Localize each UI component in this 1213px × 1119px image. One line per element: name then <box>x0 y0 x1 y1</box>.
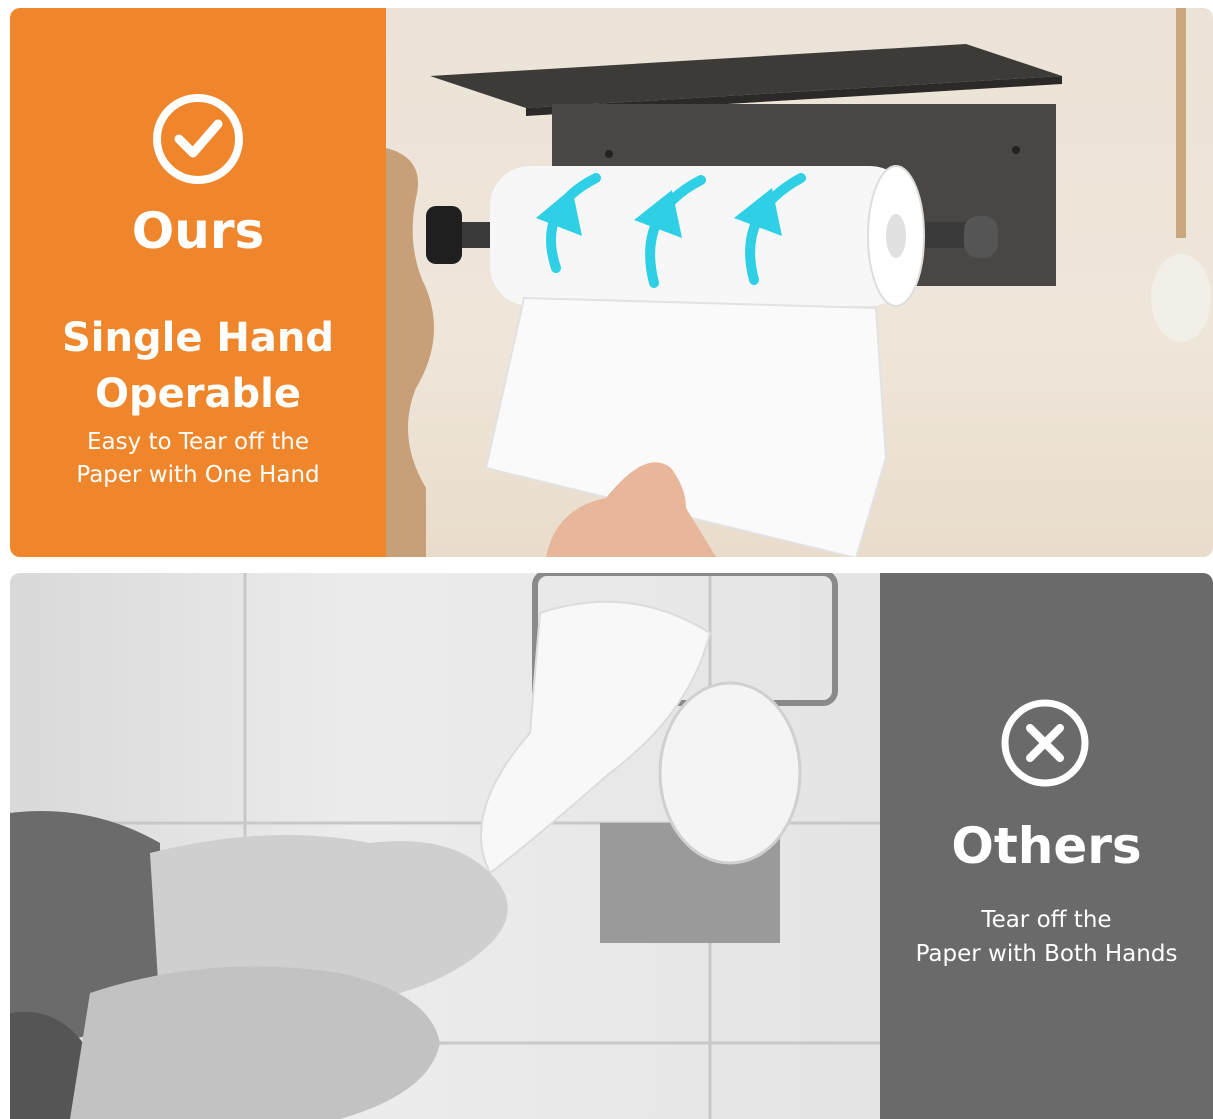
two-hands-tearing-illustration <box>10 573 880 1119</box>
ours-desc-line2: Paper with One Hand <box>76 462 320 488</box>
ours-feature-line2: Operable <box>95 371 301 417</box>
x-circle-icon <box>1001 699 1089 787</box>
others-panel: Others Tear off the Paper with Both Hand… <box>880 573 1213 1119</box>
ours-product-photo <box>386 8 1213 557</box>
ours-panel: Ours Single Hand Operable Easy to Tear o… <box>10 8 386 557</box>
check-circle-icon <box>153 94 243 184</box>
others-heading: Others <box>951 817 1142 875</box>
ours-desc-line1: Easy to Tear off the <box>86 429 310 455</box>
others-description: Tear off the Paper with Both Hands <box>880 903 1213 971</box>
ours-feature-line1: Single Hand <box>62 315 334 361</box>
others-product-photo <box>10 573 880 1119</box>
others-desc-line2: Paper with Both Hands <box>915 941 1178 967</box>
others-desc-line1: Tear off the <box>981 907 1112 933</box>
ours-description: Easy to Tear off the Paper with One Hand <box>10 426 386 492</box>
paper-towel-holder-illustration <box>386 8 1211 557</box>
ours-feature-title: Single Hand Operable <box>10 310 386 422</box>
ours-heading: Ours <box>131 202 265 260</box>
